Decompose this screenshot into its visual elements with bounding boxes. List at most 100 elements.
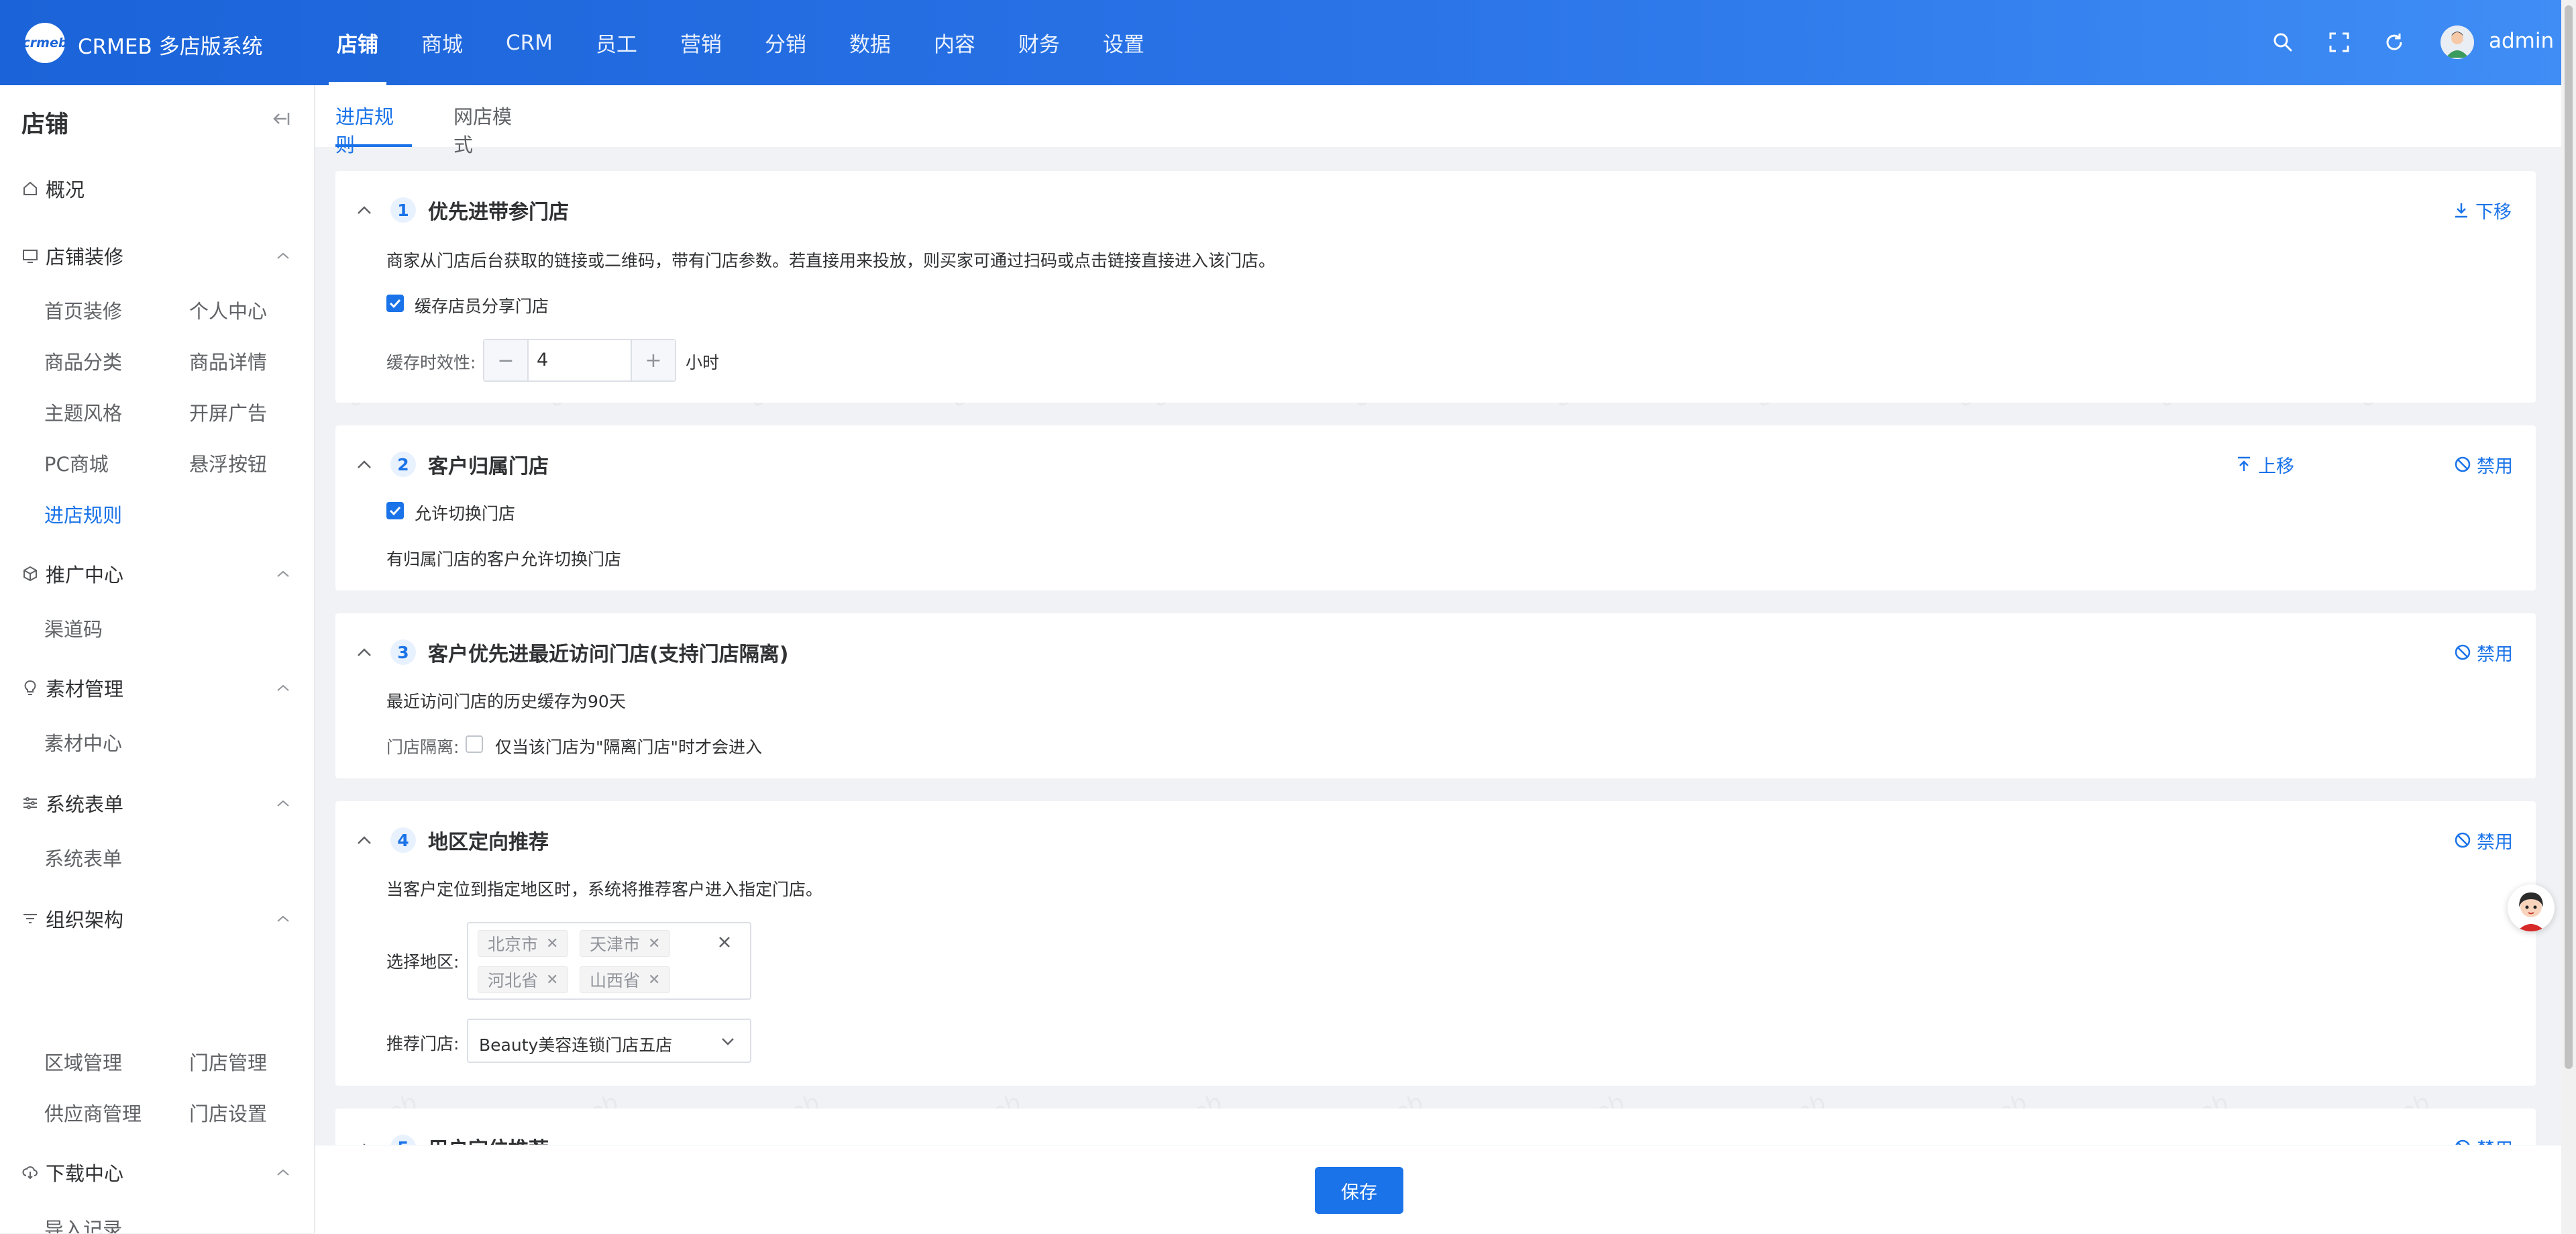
top-nav: 店铺 商城 CRM 员工 营销 分销 数据 内容 财务 设置 bbox=[315, 0, 1166, 85]
action-label: 下移 bbox=[2475, 201, 2512, 223]
region-tag: 山西省 ✕ bbox=[580, 966, 671, 993]
region-multiselect[interactable]: 北京市 ✕ 天津市 ✕ 河北省 ✕ 山西省 ✕ bbox=[467, 922, 751, 1000]
search-icon[interactable] bbox=[2267, 27, 2298, 58]
rule-card-3: 3 客户优先进最近访问门店(支持门店隔离) 禁用 最近访问门店的历史缓存为90天… bbox=[335, 613, 2536, 778]
sidebar-group-store-decoration[interactable]: 店铺装修 bbox=[21, 242, 123, 269]
sidebar-item-store-manage[interactable]: 门店管理 bbox=[189, 1047, 267, 1076]
sidebar-group-organization[interactable]: 组织架构 bbox=[21, 905, 123, 932]
checkbox-label[interactable]: 允许切换门店 bbox=[415, 501, 515, 525]
sidebar-item-overview[interactable]: 概况 bbox=[21, 175, 85, 202]
action-label: 禁用 bbox=[2477, 831, 2513, 853]
sidebar-group-materials[interactable]: 素材管理 bbox=[21, 674, 123, 701]
chevron-up-icon[interactable] bbox=[275, 568, 291, 579]
chevron-up-icon[interactable] bbox=[275, 913, 291, 924]
chevron-up-icon[interactable] bbox=[275, 1167, 291, 1178]
page-scrollbar-thumb[interactable] bbox=[2565, 5, 2573, 1069]
upload-icon bbox=[2238, 456, 2250, 471]
sidebar-item-splash-ad[interactable]: 开屏广告 bbox=[189, 398, 267, 426]
disable-button[interactable]: 禁用 bbox=[2454, 640, 2513, 665]
sidebar-item-supplier-manage[interactable]: 供应商管理 bbox=[44, 1098, 142, 1127]
disable-button[interactable]: 禁用 bbox=[2454, 452, 2513, 477]
sidebar-item-float-button[interactable]: 悬浮按钮 bbox=[189, 449, 267, 477]
checkbox-label[interactable]: 缓存店员分享门店 bbox=[415, 293, 549, 317]
sidebar-item-store-settings[interactable]: 门店设置 bbox=[189, 1098, 267, 1127]
tab-entry-rules[interactable]: 进店规则 bbox=[335, 101, 412, 156]
move-up-button[interactable]: 上移 bbox=[2235, 452, 2294, 477]
sidebar-item-channel-code[interactable]: 渠道码 bbox=[44, 614, 103, 642]
rule-number: 4 bbox=[390, 827, 416, 853]
sidebar-item-product-detail[interactable]: 商品详情 bbox=[189, 347, 267, 375]
sidebar-group-system-forms[interactable]: 系统表单 bbox=[21, 790, 123, 817]
chevron-up-icon[interactable] bbox=[356, 205, 373, 215]
increment-button[interactable]: + bbox=[631, 340, 675, 380]
customer-service-avatar[interactable] bbox=[2508, 884, 2555, 931]
refresh-icon[interactable] bbox=[2379, 27, 2410, 58]
sidebar-item-entry-rules[interactable]: 进店规则 bbox=[44, 500, 122, 528]
page-scrollbar[interactable] bbox=[2561, 0, 2576, 1233]
stepper-value[interactable]: 4 bbox=[537, 350, 548, 370]
nav-mall[interactable]: 商城 bbox=[400, 0, 484, 85]
card-header[interactable]: 2 客户归属门店 bbox=[356, 451, 549, 478]
sidebar-item-home-decoration[interactable]: 首页装修 bbox=[44, 296, 122, 324]
top-header: crmeb CRMEB 多店版系统 店铺 商城 CRM 员工 营销 分销 数据 … bbox=[0, 0, 2561, 85]
nav-finance[interactable]: 财务 bbox=[997, 0, 1081, 85]
clear-icon[interactable] bbox=[716, 934, 733, 950]
sidebar-item-personal-center[interactable]: 个人中心 bbox=[189, 296, 267, 324]
recommended-store-select[interactable]: Beauty美容连锁门店五店 bbox=[467, 1019, 751, 1063]
sidebar-item-theme-style[interactable]: 主题风格 bbox=[44, 398, 122, 426]
chevron-up-icon[interactable] bbox=[356, 647, 373, 658]
nav-store[interactable]: 店铺 bbox=[315, 0, 400, 85]
chevron-up-icon[interactable] bbox=[275, 250, 291, 261]
sidebar-group-label: 系统表单 bbox=[46, 793, 124, 816]
nav-marketing[interactable]: 营销 bbox=[659, 0, 743, 85]
ban-icon bbox=[2455, 456, 2471, 472]
nav-distribution[interactable]: 分销 bbox=[743, 0, 828, 85]
card-header[interactable]: 3 客户优先进最近访问门店(支持门店隔离) bbox=[356, 639, 788, 666]
sidebar-group-download[interactable]: 下载中心 bbox=[21, 1159, 123, 1186]
sidebar-item-system-form[interactable]: 系统表单 bbox=[44, 843, 122, 872]
fullscreen-icon[interactable] bbox=[2324, 27, 2355, 58]
action-label: 上移 bbox=[2258, 456, 2294, 477]
checkbox-label[interactable]: 仅当该门店为"隔离门店"时才会进入 bbox=[495, 734, 762, 758]
save-button[interactable]: 保存 bbox=[1315, 1167, 1403, 1214]
cache-share-checkbox[interactable] bbox=[386, 295, 404, 312]
sidebar-item-region-manage[interactable]: 区域管理 bbox=[44, 1047, 122, 1076]
avatar[interactable] bbox=[2440, 25, 2474, 59]
chevron-up-icon[interactable] bbox=[356, 835, 373, 845]
nav-data[interactable]: 数据 bbox=[828, 0, 912, 85]
sidebar-item-pc-mall[interactable]: PC商城 bbox=[44, 449, 109, 477]
sidebar-item-material-center[interactable]: 素材中心 bbox=[44, 728, 122, 756]
allow-switch-checkbox[interactable] bbox=[386, 502, 404, 519]
nav-staff[interactable]: 员工 bbox=[574, 0, 659, 85]
nav-settings[interactable]: 设置 bbox=[1081, 0, 1166, 85]
isolation-checkbox[interactable] bbox=[466, 735, 483, 753]
app-title: CRMEB 多店版系统 bbox=[78, 35, 263, 59]
logo-text: crmeb bbox=[22, 36, 68, 50]
close-icon[interactable]: ✕ bbox=[648, 935, 660, 952]
decrement-button[interactable]: − bbox=[484, 340, 529, 380]
chevron-up-icon[interactable] bbox=[275, 682, 291, 693]
disable-button[interactable]: 禁用 bbox=[2454, 828, 2513, 853]
chevron-up-icon[interactable] bbox=[275, 798, 291, 809]
close-icon[interactable]: ✕ bbox=[546, 972, 558, 988]
nav-crm[interactable]: CRM bbox=[484, 0, 574, 85]
rule-title: 优先进带参门店 bbox=[428, 201, 569, 224]
sidebar-group-label: 素材管理 bbox=[46, 678, 124, 701]
close-icon[interactable]: ✕ bbox=[546, 935, 558, 952]
cube-icon bbox=[23, 566, 37, 582]
sidebar-item-product-category[interactable]: 商品分类 bbox=[44, 347, 122, 375]
sidebar-group-promotion[interactable]: 推广中心 bbox=[21, 560, 123, 587]
card-header[interactable]: 4 地区定向推荐 bbox=[356, 827, 549, 854]
sidebar-item-import-records[interactable]: 导入记录 bbox=[44, 1214, 122, 1233]
username[interactable]: admin bbox=[2489, 29, 2554, 53]
card-header[interactable]: 1 优先进带参门店 bbox=[356, 197, 569, 224]
collapse-sidebar-icon[interactable] bbox=[270, 108, 291, 130]
chevron-up-icon[interactable] bbox=[356, 459, 373, 470]
close-icon[interactable]: ✕ bbox=[648, 972, 660, 988]
tag-label: 山西省 bbox=[590, 971, 641, 990]
move-down-button[interactable]: 下移 bbox=[2453, 198, 2512, 223]
tab-online-store-mode[interactable]: 网店模式 bbox=[453, 101, 530, 156]
nav-content[interactable]: 内容 bbox=[912, 0, 997, 85]
sidebar-item-label: 概况 bbox=[46, 178, 85, 201]
download-icon bbox=[2455, 203, 2467, 218]
